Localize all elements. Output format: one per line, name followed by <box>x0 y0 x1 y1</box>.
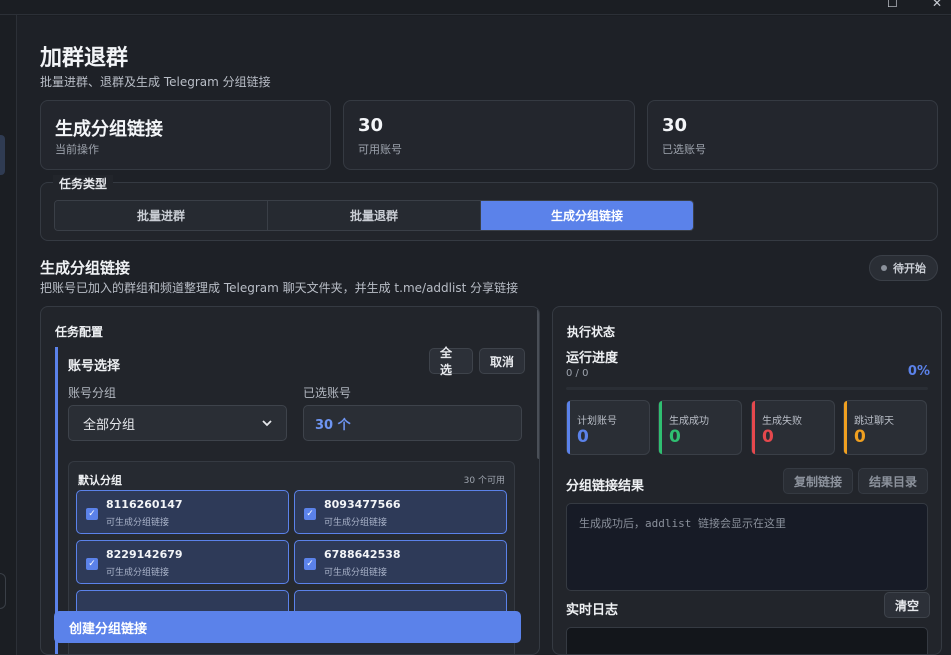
tab-generate-folder-link[interactable]: 生成分组链接 <box>481 201 693 230</box>
selected-accounts-label: 已选账号 <box>303 386 352 400</box>
progress-percent: 0% <box>907 364 930 379</box>
page-title: 加群退群 <box>40 46 129 71</box>
stat-color-bar <box>567 401 570 454</box>
progress-bar <box>566 387 928 390</box>
main-content: 加群退群 批量进群、退群及生成 Telegram 分组链接 生成分组链接 当前操… <box>17 16 951 655</box>
cancel-button[interactable]: 取消 <box>479 348 525 374</box>
sidebar <box>0 15 17 655</box>
account-number: 8116260147 <box>106 498 183 511</box>
progress-count: 0 / 0 <box>566 368 589 379</box>
section-subtitle: 把账号已加入的群组和频道整理成 Telegram 聊天文件夹，并生成 t.me/… <box>40 281 519 295</box>
copy-link-button[interactable]: 复制链接 <box>783 468 853 494</box>
task-type-group: 任务类型 批量进群 批量退群 生成分组链接 <box>40 175 938 241</box>
tab-batch-join[interactable]: 批量进群 <box>55 201 268 230</box>
checkbox-checked-icon[interactable]: ✓ <box>304 508 316 520</box>
close-icon[interactable]: ✕ <box>932 0 942 10</box>
account-status: 可生成分组链接 <box>106 568 170 578</box>
sidebar-bottom-item[interactable] <box>0 573 6 609</box>
stat-color-bar <box>844 401 847 454</box>
select-all-button[interactable]: 全选 <box>429 346 473 377</box>
stat-value: 0 <box>762 427 774 447</box>
clear-log-button[interactable]: 清空 <box>884 592 930 618</box>
stat-card-current-operation: 生成分组链接 当前操作 <box>40 100 331 170</box>
stat-value: 生成分组链接 <box>55 119 163 140</box>
live-log-title: 实时日志 <box>566 603 619 618</box>
result-directory-button[interactable]: 结果目录 <box>858 468 928 494</box>
stat-card-selected-accounts: 30 已选账号 <box>647 100 938 170</box>
selected-accounts-count: 30 个 <box>303 405 522 441</box>
account-number: 6788642538 <box>324 548 401 561</box>
stat-value: 30 <box>358 115 384 136</box>
execution-status-title: 执行状态 <box>567 325 616 339</box>
stat-value: 0 <box>577 427 589 447</box>
progress-title: 运行进度 <box>566 351 619 366</box>
status-badge: 待开始 <box>869 255 938 281</box>
account-group-select[interactable]: 全部分组 <box>68 405 287 441</box>
stat-label: 生成失败 <box>762 416 802 427</box>
tab-batch-leave[interactable]: 批量退群 <box>268 201 481 230</box>
account-selection-block: 账号选择 全选 取消 账号分组 已选账号 全部分组 30 个 默认分组 30 个… <box>55 346 525 654</box>
checkbox-checked-icon[interactable]: ✓ <box>304 558 316 570</box>
page-subtitle: 批量进群、退群及生成 Telegram 分组链接 <box>40 75 271 89</box>
stat-label: 生成成功 <box>669 416 709 427</box>
group-available-count: 30 个可用 <box>463 476 505 486</box>
checkbox-checked-icon[interactable]: ✓ <box>86 508 98 520</box>
group-name: 默认分组 <box>78 474 122 487</box>
account-status: 可生成分组链接 <box>106 518 170 528</box>
checkbox-checked-icon[interactable]: ✓ <box>86 558 98 570</box>
stat-generate-success: 生成成功 0 <box>658 400 742 455</box>
config-scrollbar[interactable] <box>537 309 539 459</box>
account-number: 8229142679 <box>106 548 183 561</box>
account-card[interactable]: ✓ 8229142679 可生成分组链接 <box>76 540 289 584</box>
account-group-label: 账号分组 <box>68 386 117 400</box>
stat-value: 0 <box>669 427 681 447</box>
account-selection-title: 账号选择 <box>68 359 121 374</box>
task-type-legend: 任务类型 <box>53 175 114 192</box>
title-bar: ☐ ✕ <box>0 0 951 15</box>
link-result-output[interactable]: 生成成功后，addlist 链接会显示在这里 <box>566 503 928 591</box>
task-config-panel: 任务配置 账号选择 全选 取消 账号分组 已选账号 全部分组 30 个 默认分组… <box>40 306 540 655</box>
account-status: 可生成分组链接 <box>324 518 388 528</box>
stat-label: 跳过聊天 <box>854 416 894 427</box>
stat-label: 计划账号 <box>577 416 617 427</box>
stat-card-available-accounts: 30 可用账号 <box>343 100 635 170</box>
task-type-segmented-control: 批量进群 批量退群 生成分组链接 <box>54 200 694 231</box>
execution-status-panel: 执行状态 运行进度 0 / 0 0% 计划账号 0 生成成功 0 生成失败 0 … <box>552 306 942 655</box>
stat-label: 已选账号 <box>662 143 706 156</box>
task-config-title: 任务配置 <box>55 325 104 339</box>
stat-color-bar <box>659 401 662 454</box>
stat-color-bar <box>752 401 755 454</box>
account-number: 8093477566 <box>324 498 401 511</box>
stat-generate-failed: 生成失败 0 <box>751 400 835 455</box>
stat-label: 可用账号 <box>358 143 402 156</box>
maximize-icon[interactable]: ☐ <box>887 0 898 10</box>
live-log-output[interactable] <box>566 627 928 654</box>
stat-value: 0 <box>854 427 866 447</box>
stat-label: 当前操作 <box>55 143 99 156</box>
account-status: 可生成分组链接 <box>324 568 388 578</box>
section-title: 生成分组链接 <box>40 259 131 277</box>
account-card[interactable]: ✓ 6788642538 可生成分组链接 <box>294 540 507 584</box>
account-group-value: 全部分组 <box>83 417 136 433</box>
create-folder-link-button[interactable]: 创建分组链接 <box>54 611 521 643</box>
chevron-down-icon <box>262 419 272 426</box>
account-card[interactable]: ✓ 8116260147 可生成分组链接 <box>76 490 289 534</box>
status-text: 待开始 <box>893 262 926 275</box>
stat-value: 30 <box>662 115 688 136</box>
stat-skipped-chats: 跳过聊天 0 <box>843 400 927 455</box>
account-card[interactable]: ✓ 8093477566 可生成分组链接 <box>294 490 507 534</box>
status-dot-icon <box>881 265 887 271</box>
sidebar-active-item[interactable] <box>0 135 5 175</box>
stat-planned-accounts: 计划账号 0 <box>566 400 650 455</box>
link-result-title: 分组链接结果 <box>566 479 645 494</box>
